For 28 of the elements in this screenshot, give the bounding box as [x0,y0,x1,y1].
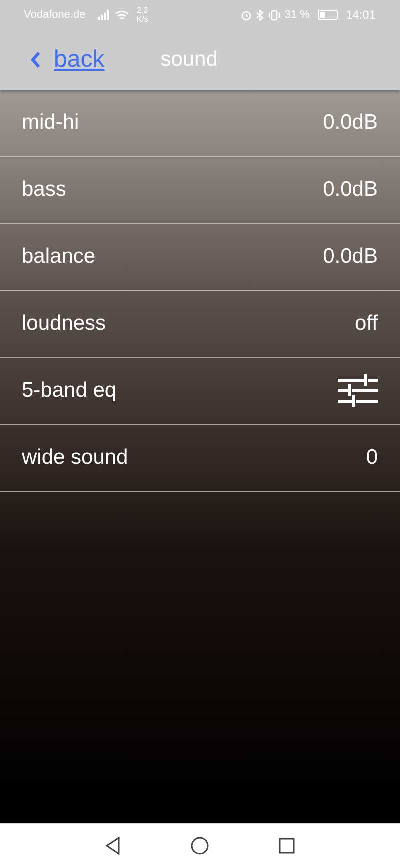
settings-row[interactable]: loudness off [0,291,400,358]
setting-value: 0.0dB [323,177,378,204]
setting-label: 5-band eq [22,378,117,404]
setting-label: mid-hi [22,110,80,136]
bluetooth-icon [256,10,264,20]
settings-row[interactable]: bass 0.0dB [0,157,400,224]
settings-row[interactable]: 5-band eq [0,358,400,425]
equalizer-icon [338,373,378,409]
back-nav-icon[interactable] [105,836,121,854]
recents-nav-icon[interactable] [279,838,295,854]
signal-icon [98,10,111,20]
alarm-icon [240,10,252,20]
vibrate-icon [268,10,281,20]
settings-row[interactable]: mid-hi 0.0dB [0,90,400,157]
setting-value: 0 [366,445,378,472]
settings-row[interactable]: balance 0.0dB [0,224,400,291]
setting-value: 0.0dB [323,244,378,270]
home-nav-icon[interactable] [191,836,209,854]
setting-label: loudness [22,311,106,338]
setting-label: wide sound [22,445,128,472]
setting-label: bass [22,177,66,204]
settings-row[interactable]: wide sound 0 [0,425,400,492]
setting-label: balance [22,244,96,270]
setting-value: 0.0dB [323,110,378,136]
battery-icon [318,10,338,20]
back-icon [30,51,42,69]
wifi-icon [114,10,129,20]
setting-value: off [355,311,378,338]
